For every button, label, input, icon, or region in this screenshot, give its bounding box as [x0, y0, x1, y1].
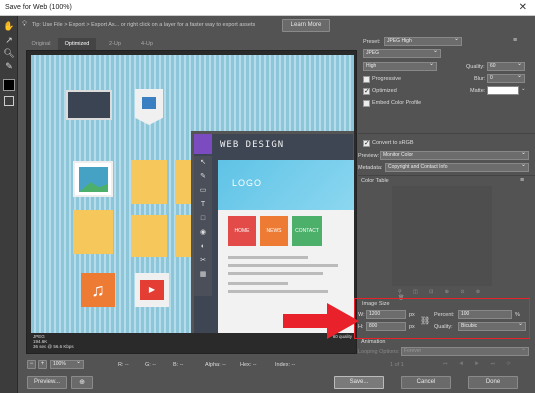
tab-original[interactable]: Original: [26, 38, 56, 50]
red-arrow-annotation: [283, 303, 359, 339]
zoom-out-button[interactable]: −: [27, 360, 36, 369]
preview-label: Preview:: [358, 153, 380, 159]
color-table-label: Color Table: [361, 178, 389, 184]
blur-label: Blur:: [474, 76, 486, 82]
metadata-select[interactable]: Copyright and Contact Info: [385, 162, 529, 172]
percent-unit: %: [515, 312, 520, 318]
video-icon: ▶: [135, 273, 169, 307]
blur-input[interactable]: 0: [487, 73, 525, 83]
mockup-logo-text: LOGO: [232, 178, 263, 188]
folder-icon: [131, 160, 167, 204]
preview-select[interactable]: Monitor Color: [380, 150, 529, 160]
b-readout: B: --: [173, 362, 184, 368]
quality-input[interactable]: 60: [487, 61, 525, 71]
quality-label: Quality:: [466, 64, 485, 70]
close-icon[interactable]: ✕: [519, 0, 527, 16]
g-readout: G: --: [145, 362, 156, 368]
preset-label: Preset:: [363, 39, 381, 45]
tool-strip: ✋ ↗ 🔍︎ ✎: [0, 16, 18, 393]
zoom-level-select[interactable]: 100%: [50, 359, 84, 369]
slice-select-tool-icon[interactable]: ↗: [3, 34, 15, 46]
frame-counter: 1 of 1: [390, 362, 404, 368]
cancel-button[interactable]: Cancel: [401, 376, 451, 389]
mockup-title: WEB DESIGN: [220, 140, 285, 150]
tab-2-up[interactable]: 2-Up: [100, 38, 130, 50]
mockup-toolbar: ↖ ✎ ▭ T □ ◉ ◐ ✂ ▦: [194, 156, 212, 296]
settings-panel: Preset: JPEG High ≡ JPEG High Quality: 6…: [354, 36, 535, 376]
preview-button[interactable]: Preview...: [27, 376, 67, 389]
progressive-checkbox[interactable]: [363, 76, 370, 83]
compression-select[interactable]: High: [363, 61, 437, 71]
looping-select[interactable]: Forever: [401, 346, 529, 356]
action-bar: Preview... ⊕ Save... Cancel Done: [18, 373, 535, 393]
color-table-menu-icon[interactable]: ≡: [520, 177, 524, 184]
image-size-label: Image Size: [362, 301, 390, 307]
folder-icon: [73, 210, 113, 254]
width-input[interactable]: 1200: [366, 310, 406, 319]
tab-4-up[interactable]: 4-Up: [132, 38, 162, 50]
eyedropper-color-swatch[interactable]: [3, 79, 15, 91]
lightbulb-icon: 💡︎: [22, 21, 27, 28]
convert-srgb-label: Convert to sRGB: [372, 140, 414, 146]
optimized-label: Optimized: [372, 88, 397, 94]
preset-select[interactable]: JPEG High: [384, 36, 462, 46]
mockup-header: LOGO: [218, 160, 354, 210]
height-unit: px: [409, 324, 415, 330]
tip-text: Tip: Use File > Export > Export As... or…: [32, 22, 256, 28]
animation-controls: ⏮ ◀ ▶ ⏭ ⟳: [443, 361, 516, 367]
mockup-nav-home: HOME: [228, 216, 256, 246]
color-table-icons: ⚲ ◫ ⊡ ⊕ ⊙ ⊚ 🗑︎: [398, 289, 486, 301]
save-button[interactable]: Save...: [334, 376, 384, 389]
alpha-readout: Alpha: --: [205, 362, 226, 368]
width-unit: px: [409, 312, 415, 318]
embed-color-profile-checkbox[interactable]: [363, 100, 370, 107]
window-title-bar: Save for Web (100%) ✕: [0, 0, 535, 16]
matte-swatch[interactable]: [487, 86, 519, 95]
settings-menu-icon[interactable]: ≡: [513, 37, 517, 44]
color-table-area: [392, 186, 492, 286]
format-select[interactable]: JPEG: [363, 48, 441, 58]
animation-label: Animation: [361, 339, 386, 345]
progressive-label: Progressive: [372, 76, 402, 82]
r-readout: R: --: [118, 362, 129, 368]
mockup-nav-contact: CONTACT: [292, 216, 322, 246]
tab-optimized[interactable]: Optimized: [58, 38, 96, 50]
browser-preview-icon[interactable]: ⊕: [71, 376, 93, 389]
music-icon: ♫: [81, 273, 115, 307]
status-bar: − + 100% R: -- G: -- B: -- Alpha: -- Hex…: [18, 359, 358, 371]
folder-icon: [131, 215, 167, 257]
metadata-label: Metadata:: [358, 165, 383, 171]
resample-quality-label: Quality:: [434, 324, 453, 330]
monitor-icon: [66, 90, 112, 120]
window-title: Save for Web (100%): [5, 4, 72, 11]
toggle-slices-icon[interactable]: [4, 96, 14, 106]
mockup-nav-news: NEWS: [260, 216, 288, 246]
preview-image: ♫ ▶ WEB DESIGN ↖ ✎ ▭ T □ ◉ ◐ ✂ ▦ LOGO HOME NEWS …: [31, 55, 354, 333]
link-constrain-icon[interactable]: ⛓︎: [420, 316, 430, 325]
percent-label: Percent:: [434, 312, 455, 318]
mockup-logo-icon: [194, 134, 212, 154]
photo-icon: [73, 161, 113, 197]
optimized-checkbox[interactable]: [363, 87, 370, 95]
index-readout: Index: --: [275, 362, 296, 368]
resample-quality-select[interactable]: Bicubic: [458, 321, 526, 331]
zoom-tool-icon[interactable]: 🔍︎: [3, 47, 15, 59]
height-input[interactable]: 800: [366, 322, 406, 331]
done-button[interactable]: Done: [468, 376, 518, 389]
convert-srgb-checkbox[interactable]: [363, 139, 370, 147]
badge-icon: [135, 89, 163, 125]
hand-tool-icon[interactable]: ✋: [3, 20, 15, 32]
looping-label: Looping Options:: [358, 349, 400, 355]
matte-dropdown-icon[interactable]: ⌄: [521, 86, 526, 92]
learn-more-button[interactable]: Learn More: [282, 19, 330, 32]
info-time: 36 sec @ 56.6 Kbps: [33, 344, 74, 349]
embed-color-profile-label: Embed Color Profile: [372, 100, 422, 106]
matte-label: Matte:: [470, 88, 486, 94]
eyedropper-tool-icon[interactable]: ✎: [3, 60, 15, 72]
zoom-in-button[interactable]: +: [38, 360, 47, 369]
percent-input[interactable]: 100: [458, 310, 512, 319]
hex-readout: Hex: --: [240, 362, 257, 368]
